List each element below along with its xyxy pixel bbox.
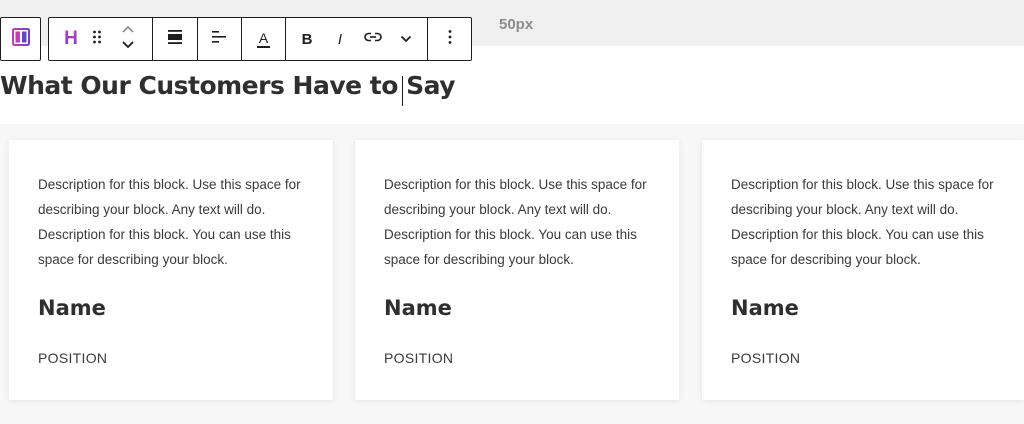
more-vertical-icon <box>448 29 452 50</box>
bold-button[interactable]: B <box>294 18 320 60</box>
heading-transform-button[interactable]: H <box>55 18 87 60</box>
testimonial-description[interactable]: Description for this block. Use this spa… <box>38 172 305 272</box>
align-button[interactable] <box>153 18 197 60</box>
text-align-button[interactable] <box>198 18 240 60</box>
options-button[interactable] <box>428 18 471 60</box>
block-toolbar: H A B I <box>48 17 472 61</box>
drag-handle-icon <box>92 29 102 50</box>
drag-handle[interactable] <box>87 18 107 60</box>
move-up-down-button[interactable] <box>113 18 143 60</box>
section-heading[interactable]: What Our Customers Have to Say <box>0 71 456 100</box>
move-up-down-icon <box>121 24 135 55</box>
heading-icon: H <box>64 28 78 49</box>
more-rich-text-button[interactable] <box>393 18 419 60</box>
text-color-button[interactable]: A <box>242 18 285 60</box>
testimonial-card[interactable]: Description for this block. Use this spa… <box>355 140 679 400</box>
align-wide-icon <box>166 29 184 50</box>
block-switcher-group <box>0 17 41 61</box>
italic-button[interactable]: I <box>328 18 352 60</box>
spacing-indicator: 50px <box>499 16 534 33</box>
chevron-down-icon <box>400 30 412 48</box>
text-color-icon: A <box>256 29 271 48</box>
toolbar-divider <box>285 18 286 60</box>
italic-label: I <box>337 30 343 48</box>
testimonial-description[interactable]: Description for this block. Use this spa… <box>731 172 996 272</box>
link-icon <box>364 30 382 48</box>
testimonial-description[interactable]: Description for this block. Use this spa… <box>384 172 651 272</box>
text-cursor <box>402 76 403 106</box>
testimonial-name[interactable]: Name <box>38 296 106 320</box>
bold-label: B <box>301 30 313 48</box>
columns-icon <box>11 27 31 52</box>
block-type-button[interactable] <box>1 18 40 60</box>
testimonial-card[interactable]: Description for this block. Use this spa… <box>702 140 1024 400</box>
testimonial-card[interactable]: Description for this block. Use this spa… <box>9 140 333 400</box>
testimonial-position[interactable]: POSITION <box>731 350 800 366</box>
text-align-left-icon <box>210 29 228 50</box>
testimonial-name[interactable]: Name <box>384 296 452 320</box>
testimonial-position[interactable]: POSITION <box>38 350 107 366</box>
testimonial-position[interactable]: POSITION <box>384 350 453 366</box>
testimonial-name[interactable]: Name <box>731 296 799 320</box>
link-button[interactable] <box>359 18 387 60</box>
